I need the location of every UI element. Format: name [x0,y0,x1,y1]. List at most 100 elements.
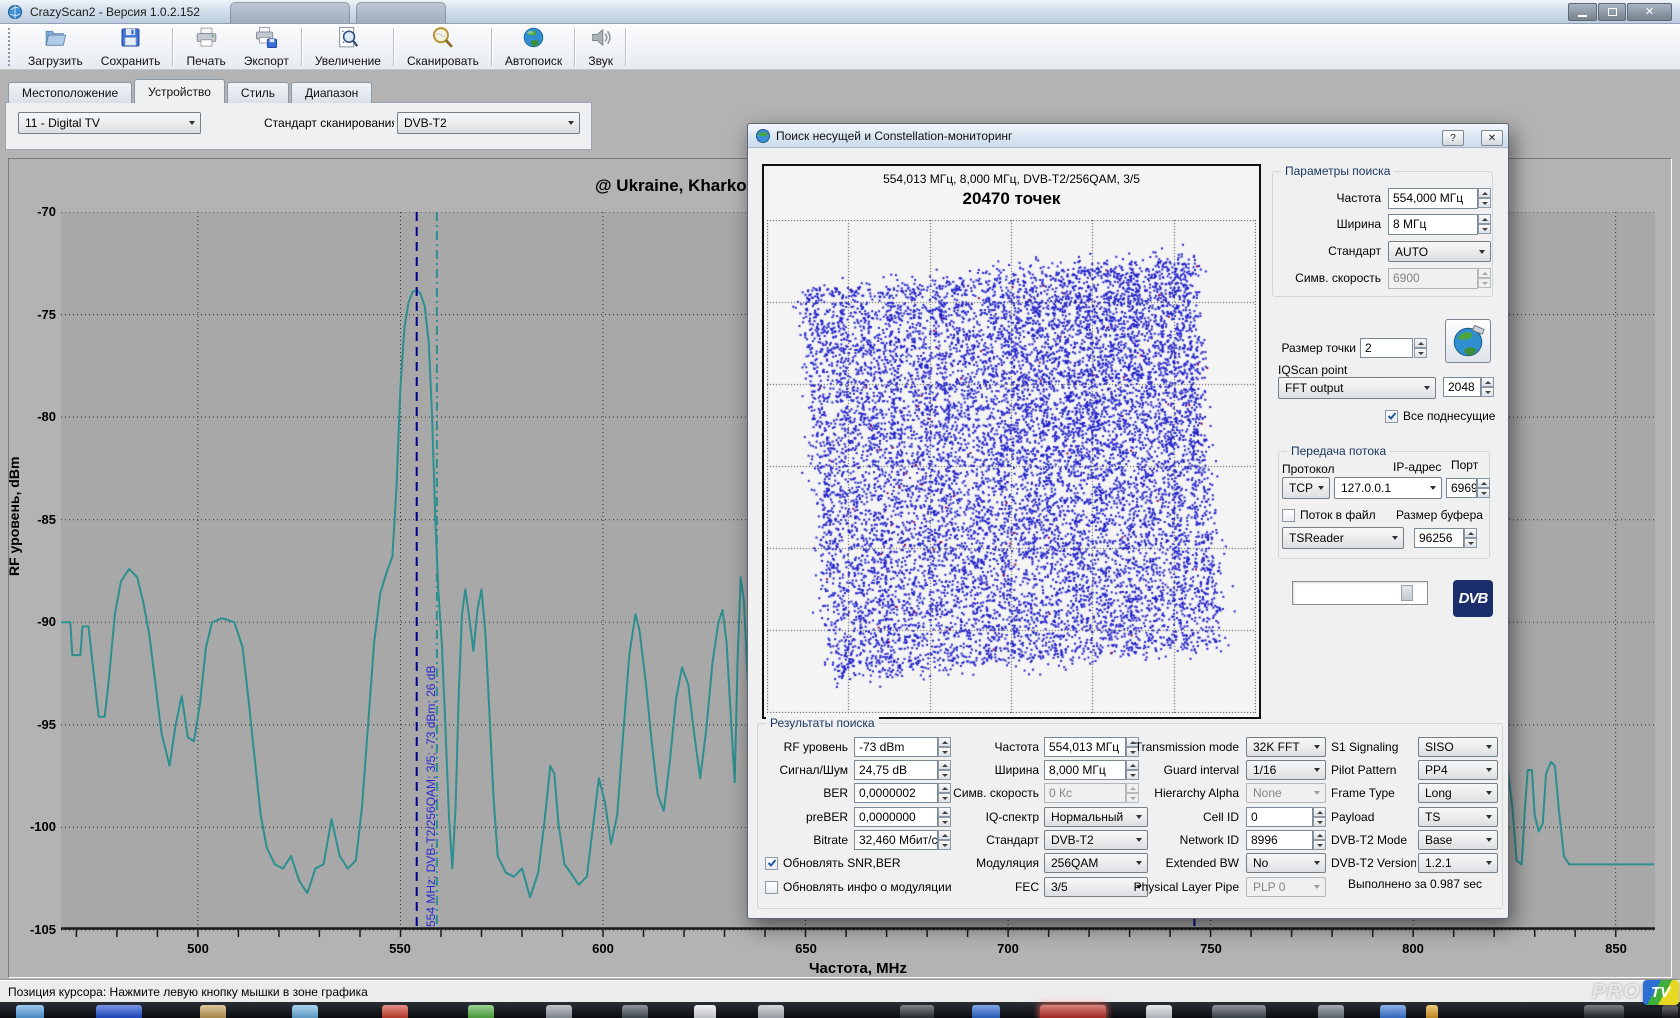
taskbar-folder[interactable] [200,1005,226,1018]
maximize-button[interactable] [1598,3,1626,21]
taskbar-light-app[interactable] [1146,1005,1172,1018]
zoom-button[interactable]: Увеличение [306,25,390,69]
res3-row-3-field[interactable]: 0 [1246,807,1313,827]
results-checkbox-0[interactable]: Обновлять SNR,BER [765,855,901,871]
taskbar-doc-app[interactable] [694,1005,716,1018]
taskbar-messenger[interactable] [292,1005,318,1018]
res3-row-5-combo[interactable]: No [1246,853,1326,873]
chevron-down-icon [1481,854,1497,872]
taskbar-blue-app[interactable] [96,1005,142,1018]
port-spinner[interactable] [1477,478,1490,498]
taskbar-green-app[interactable] [468,1005,494,1018]
y-tick-label: -85 [14,512,56,527]
stream-to-file-checkbox[interactable]: Поток в файл [1282,507,1376,523]
port-field[interactable]: 6969 [1446,478,1477,498]
minimize-button[interactable] [1568,3,1597,21]
taskbar-dark-app[interactable] [622,1005,648,1018]
taskbar-blue-square[interactable] [972,1005,1000,1018]
res2-row-2-label: Симв. скорость [948,783,1039,803]
taskbar-gray2-app[interactable] [1318,1005,1344,1018]
param-row-1-field[interactable]: 8 МГц [1388,214,1478,235]
chevron-down-icon [1474,242,1490,261]
param-row-0-field[interactable]: 554,000 МГц [1388,188,1478,209]
res2-row-0-field[interactable]: 554,013 МГц [1044,737,1126,757]
buffer-size-field[interactable]: 96256 [1414,528,1464,548]
taskbar-blue2-app[interactable] [1380,1005,1406,1018]
taskbar[interactable] [0,1002,1680,1018]
check-icon [1387,411,1397,421]
taskbar-orange-dot[interactable] [1426,1005,1438,1018]
taskbar-browser-sphere[interactable] [16,1005,44,1018]
res3-row-4-field[interactable]: 8996 [1246,830,1313,850]
fft-size-field[interactable]: 2048 [1443,377,1481,397]
dialog-titlebar[interactable]: Поиск несущей и Constellation-мониторинг… [748,124,1508,148]
scan-standard-select[interactable]: DVB-T2 [397,112,580,134]
res3-row-0-combo[interactable]: 32K FFT [1246,737,1326,757]
res1-row-3-field[interactable]: 0,0000000 [854,807,938,827]
reader-select[interactable]: TSReader [1282,527,1404,549]
export-button[interactable]: Экспорт [235,25,298,69]
res2-row-0-label: Частота [948,737,1039,757]
point-size-field[interactable]: 2 [1360,338,1413,358]
constellation-header: 554,013 МГц, 8,000 МГц, DVB-T2/256QAM, 3… [764,172,1259,186]
dialog-close-button[interactable]: ✕ [1481,130,1503,146]
taskbar-active-red[interactable] [1040,1005,1106,1018]
protocol-select[interactable]: TCP [1282,477,1330,499]
res3-row-1-combo[interactable]: 1/16 [1246,760,1326,780]
all-subcarriers-checkbox[interactable]: Все поднесущие [1385,408,1495,424]
toolbar-grip[interactable] [8,28,13,66]
taskbar-window-app[interactable] [1212,1005,1266,1018]
scan-button[interactable]: Сканировать [398,25,488,69]
res4-row-1-combo[interactable]: PP4 [1418,760,1498,780]
crazyscan-window: CrazyScan2 - Версия 1.0.2.152 ✕ Загрузит… [0,0,1680,1018]
results-checkbox-1[interactable]: Обновлять инфо о модуляции [765,879,952,895]
res4-row-3-combo[interactable]: TS [1418,807,1498,827]
buffer-size-spinner[interactable] [1464,528,1477,548]
print-button[interactable]: Печать [177,25,234,69]
taskbar-red-app[interactable] [382,1005,408,1018]
fft-size-spinner[interactable] [1481,377,1494,397]
tab-location[interactable]: Местоположение [8,82,132,103]
res3-row-4-label: Network ID [1124,830,1239,850]
res4-row-2-combo[interactable]: Long [1418,783,1498,803]
param-row-1-spinner[interactable] [1478,214,1491,234]
save-floppy-icon [118,25,143,53]
res4-row-0-combo[interactable]: SISO [1418,737,1498,757]
scan-standard-value: DVB-T2 [398,116,563,130]
device-select[interactable]: 11 - Digital TV [18,112,201,134]
close-button[interactable]: ✕ [1627,3,1672,21]
tab-device[interactable]: Устройство [134,79,225,103]
sound-button[interactable]: Звук [579,25,622,69]
res3-row-3-spinner[interactable] [1313,807,1326,827]
taskbar-gray-app[interactable] [546,1005,572,1018]
scan-standard-label: Стандарт сканирования [264,113,394,133]
res1-row-4-field[interactable]: 32,460 Мбит/с [854,830,938,850]
res2-row-1-field[interactable]: 8,000 МГц [1044,760,1126,780]
point-size-spinner[interactable] [1414,338,1427,358]
param-row-0-spinner[interactable] [1478,188,1491,208]
res1-row-0-field[interactable]: -73 dBm [854,737,938,757]
dialog-help-button[interactable]: ? [1442,130,1464,146]
window-titlebar[interactable]: CrazyScan2 - Версия 1.0.2.152 ✕ [0,0,1680,24]
ip-address-select[interactable]: 127.0.0.1 [1334,477,1442,499]
x-tick-label: 850 [1605,941,1627,956]
res1-row-1-field[interactable]: 24,75 dB [854,760,938,780]
tab-strip: МестоположениеУстройствоСтильДиапазон [8,79,374,103]
res2-row-2-field: 0 Кс [1044,783,1126,803]
satellite-icon-button[interactable] [1445,319,1491,363]
tab-range[interactable]: Диапазон [291,82,372,103]
taskbar-dark-wide[interactable] [900,1005,934,1018]
res1-row-4-label: Bitrate [762,830,848,850]
iqscan-point-select[interactable]: FFT output [1278,377,1436,399]
res1-row-2-field[interactable]: 0,0000002 [854,783,938,803]
res3-row-4-spinner[interactable] [1313,830,1326,850]
res4-row-4-combo[interactable]: Base [1418,830,1498,850]
tab-style[interactable]: Стиль [227,82,289,103]
autosearch-button[interactable]: Автопоиск [496,25,571,69]
param-row-2-combo[interactable]: AUTO [1388,241,1491,262]
res4-row-5-combo[interactable]: 1.2.1 [1418,853,1498,873]
taskbar-gray-sphere[interactable] [758,1005,784,1018]
save-button[interactable]: Сохранить [92,25,170,69]
load-button[interactable]: Загрузить [19,25,92,69]
constellation-scatter[interactable] [767,220,1256,713]
